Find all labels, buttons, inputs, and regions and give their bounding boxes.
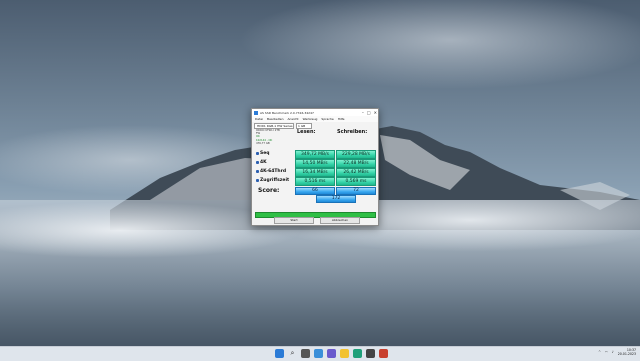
seq-write-value: 229,28 MB/s bbox=[336, 150, 376, 159]
wifi-icon[interactable]: ◠ bbox=[605, 350, 608, 354]
test-size-select[interactable]: 1 GB bbox=[296, 122, 312, 129]
write-score: 72 bbox=[336, 187, 376, 195]
task-view-icon[interactable] bbox=[301, 349, 310, 358]
search-icon[interactable]: ⌕ bbox=[288, 349, 297, 358]
checkbox-icon[interactable] bbox=[256, 161, 259, 164]
close-button[interactable]: ✕ bbox=[374, 110, 377, 115]
score-label: Score: bbox=[258, 187, 280, 194]
checkbox-icon[interactable] bbox=[256, 152, 259, 155]
window-titlebar[interactable]: AS SSD Benchmark 2.0.7316.34247 – □ ✕ bbox=[252, 109, 378, 116]
minimize-button[interactable]: – bbox=[362, 110, 364, 115]
drive-info: ORICO UFSD-I 2TB FW OK 102144 - OK 476,7… bbox=[256, 129, 294, 145]
4k64-read-value: 16,34 MB/s bbox=[295, 168, 335, 177]
4k-write-value: 22,48 MB/s bbox=[336, 159, 376, 168]
start-button[interactable]: Start bbox=[274, 217, 314, 224]
windows-icon[interactable] bbox=[275, 349, 284, 358]
access-write-value: 0,569 ms bbox=[336, 177, 376, 186]
drive-select[interactable]: HDD1 RGB-1 HW Series bbox=[254, 122, 294, 129]
widgets-icon[interactable] bbox=[314, 349, 323, 358]
row-label-access[interactable]: Zugriffszeit bbox=[256, 178, 289, 183]
system-tray: ^ ◠ ♪ 10:37 20.01.2023 bbox=[598, 348, 636, 356]
write-header: Schreiben: bbox=[337, 129, 368, 135]
chat-icon[interactable] bbox=[327, 349, 336, 358]
speaker-icon[interactable]: ♪ bbox=[612, 350, 614, 354]
clock[interactable]: 10:37 20.01.2023 bbox=[618, 348, 636, 356]
menu-item-bearbeiten[interactable]: Bearbeiten bbox=[267, 117, 283, 121]
abort-button[interactable]: Abbrechen bbox=[320, 217, 360, 224]
checkbox-icon[interactable] bbox=[256, 170, 259, 173]
store-icon[interactable] bbox=[366, 349, 375, 358]
as-ssd-window[interactable]: AS SSD Benchmark 2.0.7316.34247 – □ ✕ Da… bbox=[251, 108, 379, 226]
menu-item-hilfe[interactable]: Hilfe bbox=[338, 117, 345, 121]
maximize-button[interactable]: □ bbox=[367, 110, 371, 115]
4k64-write-value: 26,42 MB/s bbox=[336, 168, 376, 177]
read-score: 66 bbox=[295, 187, 335, 195]
row-label-seq[interactable]: Seq bbox=[256, 151, 270, 156]
drive-capacity: 476,77 GB bbox=[256, 141, 270, 145]
menu-item-sprache[interactable]: Sprache bbox=[321, 117, 333, 121]
app-icon[interactable] bbox=[379, 349, 388, 358]
4k-read-value: 14,50 MB/s bbox=[295, 159, 335, 168]
checkbox-icon[interactable] bbox=[256, 179, 259, 182]
toolbar: HDD1 RGB-1 HW Series 1 GB bbox=[252, 122, 378, 129]
row-label-4k[interactable]: 4K bbox=[256, 160, 267, 165]
total-score: 172 bbox=[316, 195, 356, 203]
window-title: AS SSD Benchmark 2.0.7316.34247 bbox=[260, 110, 314, 115]
edge-icon[interactable] bbox=[353, 349, 362, 358]
menu-item-werkzeug[interactable]: Werkzeug bbox=[303, 117, 318, 121]
menu-item-ansicht[interactable]: Ansicht bbox=[288, 117, 299, 121]
clock-date: 20.01.2023 bbox=[617, 352, 636, 356]
app-icon bbox=[254, 110, 258, 115]
taskbar: ⌕ ^ ◠ ♪ 10:37 20.01.2023 bbox=[0, 346, 640, 361]
access-read-value: 0,516 ms bbox=[295, 177, 335, 186]
explorer-icon[interactable] bbox=[340, 349, 349, 358]
row-label-4k64[interactable]: 4K-64Thrd bbox=[256, 169, 286, 174]
read-header: Lesen: bbox=[297, 129, 316, 135]
chevron-up-icon[interactable]: ^ bbox=[598, 350, 601, 354]
menu-item-datei[interactable]: Datei bbox=[255, 117, 263, 121]
results-panel: ORICO UFSD-I 2TB FW OK 102144 - OK 476,7… bbox=[254, 129, 376, 203]
seq-read-value: 349,72 MB/s bbox=[295, 150, 335, 159]
